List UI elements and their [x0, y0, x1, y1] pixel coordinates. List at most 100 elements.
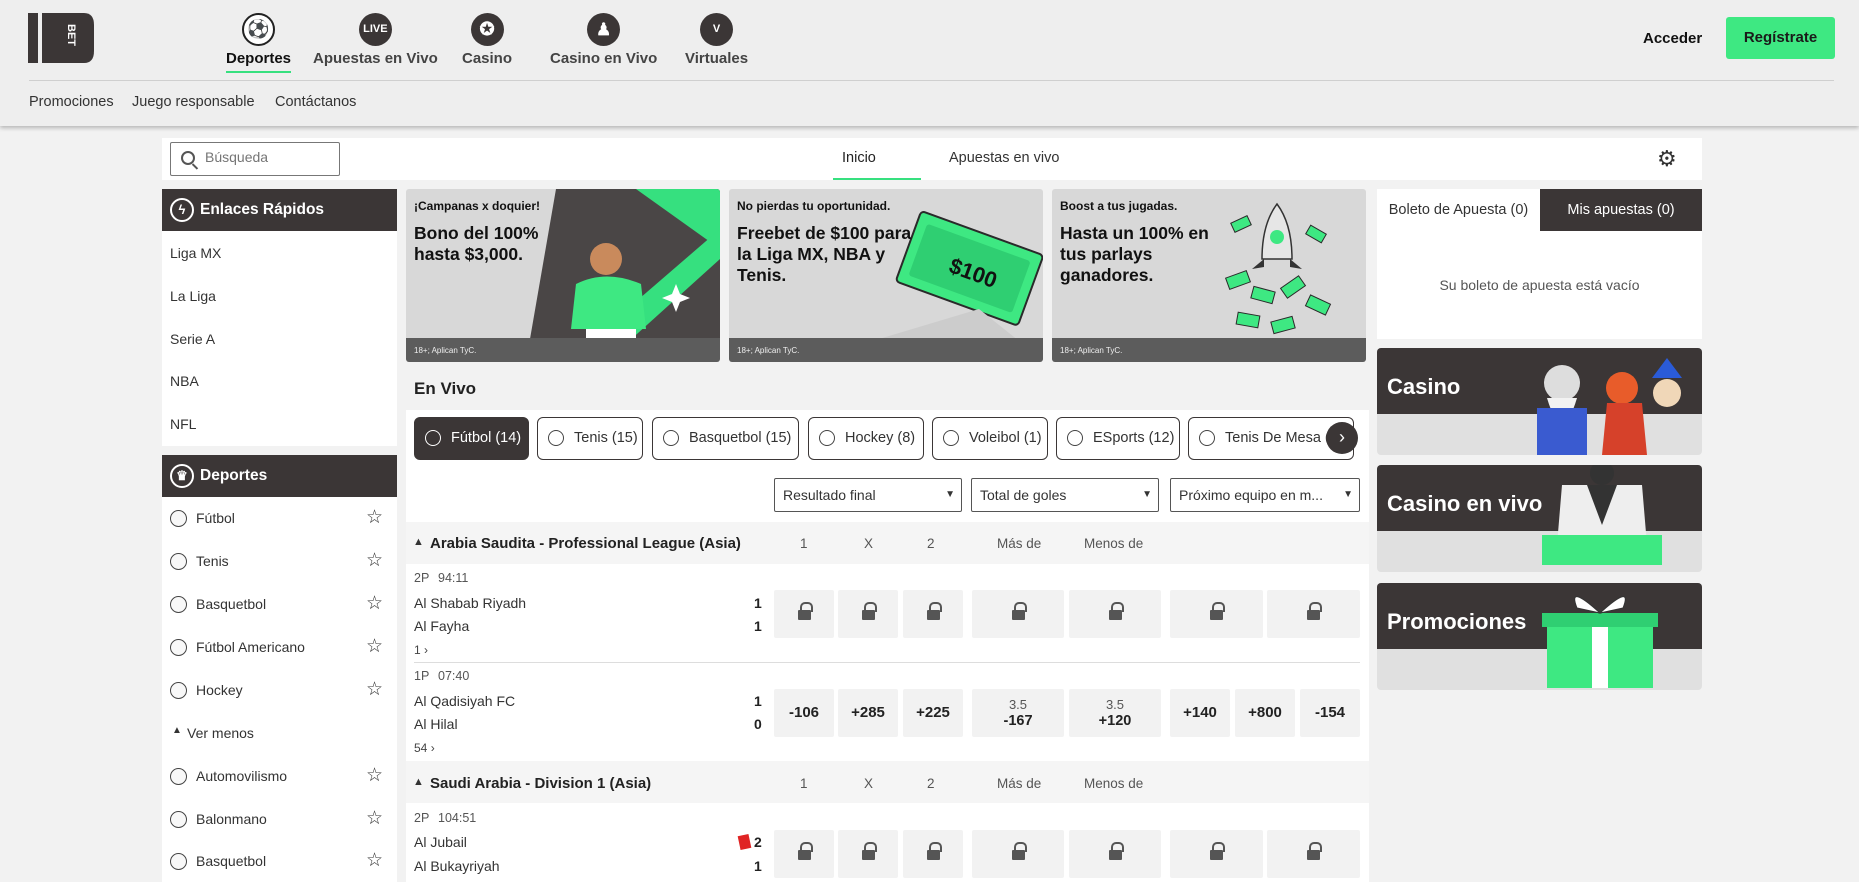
gear-icon[interactable]: ⚙	[1657, 148, 1677, 170]
sport-filter-tenis[interactable]: Tenis (15)	[537, 417, 643, 460]
star-icon[interactable]: ☆	[366, 594, 383, 613]
sport-futbol[interactable]: Fútbol	[196, 510, 235, 526]
link-promociones[interactable]: Promociones	[29, 94, 114, 110]
quick-link-serie-a[interactable]: Serie A	[170, 331, 215, 347]
away-team[interactable]: Al Fayha	[414, 618, 469, 634]
show-less-toggle[interactable]: Ver menos	[187, 725, 254, 741]
market-select-resultado[interactable]: Resultado final ▼	[774, 478, 962, 512]
star-icon[interactable]: ☆	[366, 809, 383, 828]
tab-my-bets[interactable]: Mis apuestas (0)	[1540, 189, 1702, 231]
nav-deportes[interactable]: ⚽ Deportes	[226, 13, 292, 73]
link-juego-responsable[interactable]: Juego responsable	[132, 94, 255, 110]
home-team[interactable]: Al Shabab Riyadh	[414, 595, 526, 611]
active-tab-underline	[833, 178, 921, 180]
chevron-right-icon[interactable]: ›	[1326, 422, 1358, 454]
tab-inicio[interactable]: Inicio	[842, 150, 876, 166]
quick-link-la-liga[interactable]: La Liga	[170, 288, 216, 304]
sport-filter-hockey[interactable]: Hockey (8)	[808, 417, 924, 460]
home-team[interactable]: Al Jubail	[414, 834, 467, 850]
sport-basquetbol-2[interactable]: Basquetbol	[196, 853, 266, 869]
banner-tag: Boost a tus jugadas.	[1060, 199, 1178, 213]
promo-tile-casino[interactable]: Casino	[1377, 348, 1702, 455]
away-team[interactable]: Al Bukayriyah	[414, 858, 500, 874]
nav-virtuales[interactable]: V Virtuales	[685, 13, 748, 67]
league-title[interactable]: Saudi Arabia - Division 1 (Asia)	[430, 775, 651, 792]
sport-filter-futbol[interactable]: Fútbol (14)	[414, 417, 529, 460]
quick-link-liga-mx[interactable]: Liga MX	[170, 245, 221, 261]
quick-link-nba[interactable]: NBA	[170, 373, 199, 389]
home-score: 2	[754, 834, 762, 850]
more-markets-link[interactable]: 1 ›	[414, 643, 428, 657]
pill-label: ESports (12)	[1093, 430, 1175, 446]
odds-next-away[interactable]: -154	[1300, 689, 1360, 737]
odds-cell-locked	[1170, 830, 1263, 878]
odds-over[interactable]: 3.5 -167	[972, 689, 1064, 737]
col-header-over: Más de	[997, 536, 1042, 551]
star-icon[interactable]: ☆	[366, 680, 383, 699]
link-contactanos[interactable]: Contáctanos	[275, 94, 356, 110]
sport-hockey[interactable]: Hockey	[196, 682, 243, 698]
odds-draw[interactable]: +285	[838, 689, 898, 737]
promo-banner-bono[interactable]: ¡Campanas x doquier! Bono del 100% hasta…	[406, 189, 720, 362]
chevron-up-icon[interactable]: ▲	[413, 776, 424, 788]
site-header: BET ⚽ Deportes LIVE Apuestas en Vivo ✪ C…	[0, 0, 1859, 126]
tab-apuestas-en-vivo[interactable]: Apuestas en vivo	[949, 150, 1059, 166]
banner-headline: Bono del 100% hasta $3,000.	[414, 223, 539, 264]
search-input[interactable]	[205, 149, 335, 165]
checkered-flag-icon	[170, 768, 187, 785]
sport-tenis[interactable]: Tenis	[196, 553, 229, 569]
sport-balonmano[interactable]: Balonmano	[196, 811, 267, 827]
nav-apuestas-en-vivo[interactable]: LIVE Apuestas en Vivo	[313, 13, 438, 67]
nav-label: Casino en Vivo	[550, 50, 658, 67]
promo-tile-casino-en-vivo[interactable]: Casino en vivo	[1377, 465, 1702, 572]
quick-link-nfl[interactable]: NFL	[170, 416, 196, 432]
promo-banner-freebet[interactable]: $100 No pierdas tu oportunidad. Freebet …	[729, 189, 1043, 362]
sport-filter-basquetbol[interactable]: Basquetbol (15)	[652, 417, 799, 460]
away-team[interactable]: Al Hilal	[414, 716, 458, 732]
away-score: 1	[754, 858, 762, 874]
market-select-total-goles[interactable]: Total de goles ▼	[971, 478, 1159, 512]
sport-filter-esports[interactable]: ESports (12)	[1056, 417, 1180, 460]
sport-basquetbol[interactable]: Basquetbol	[196, 596, 266, 612]
banner-tag: ¡Campanas x doquier!	[414, 199, 541, 213]
brand-logo[interactable]: BET	[28, 13, 96, 63]
league-title[interactable]: Arabia Saudita - Professional League (As…	[430, 535, 741, 552]
chevron-down-icon: ▼	[945, 489, 955, 500]
more-markets-link[interactable]: 54 ›	[414, 741, 435, 755]
col-header-1: 1	[800, 776, 808, 791]
poker-chip-icon: ✪	[470, 13, 504, 46]
star-icon[interactable]: ☆	[366, 766, 383, 785]
away-score: 0	[754, 716, 762, 732]
star-icon[interactable]: ☆	[366, 637, 383, 656]
banner-tag: No pierdas tu oportunidad.	[737, 199, 891, 213]
pill-label: Fútbol (14)	[451, 430, 522, 446]
sport-futbol-americano[interactable]: Fútbol Americano	[196, 639, 305, 655]
home-score: 1	[754, 693, 762, 709]
odds-away[interactable]: +225	[903, 689, 963, 737]
register-button[interactable]: Regístrate	[1726, 17, 1835, 59]
odds-next-home[interactable]: +140	[1170, 689, 1230, 737]
chevron-up-icon[interactable]: ▲	[413, 536, 424, 548]
tennis-ball-icon	[170, 553, 187, 570]
odds-cell-locked	[903, 830, 963, 878]
select-value: Total de goles	[980, 487, 1067, 503]
market-select-proximo-equipo[interactable]: Próximo equipo en m... ▼	[1170, 478, 1360, 512]
nav-casino[interactable]: ✪ Casino	[462, 13, 512, 67]
star-icon[interactable]: ☆	[366, 508, 383, 527]
tab-betslip[interactable]: Boleto de Apuesta (0)	[1377, 189, 1540, 231]
search-box[interactable]	[170, 142, 340, 176]
odds-next-none[interactable]: +800	[1235, 689, 1295, 737]
sport-automovilismo[interactable]: Automovilismo	[196, 768, 287, 784]
odds-home[interactable]: -106	[774, 689, 834, 737]
promo-banner-boost[interactable]: Boost a tus jugadas. Hasta un 100% en tu…	[1052, 189, 1366, 362]
odds-under[interactable]: 3.5 +120	[1069, 689, 1161, 737]
star-icon[interactable]: ☆	[366, 551, 383, 570]
sport-filter-voleibol[interactable]: Voleibol (1)	[932, 417, 1048, 460]
home-team[interactable]: Al Qadisiyah FC	[414, 693, 515, 709]
row-divider	[414, 662, 1360, 663]
lock-icon	[861, 602, 877, 621]
login-link[interactable]: Acceder	[1643, 30, 1702, 47]
promo-tile-promociones[interactable]: Promociones	[1377, 583, 1702, 690]
star-icon[interactable]: ☆	[366, 851, 383, 870]
nav-casino-en-vivo[interactable]: ♟ Casino en Vivo	[550, 13, 657, 67]
